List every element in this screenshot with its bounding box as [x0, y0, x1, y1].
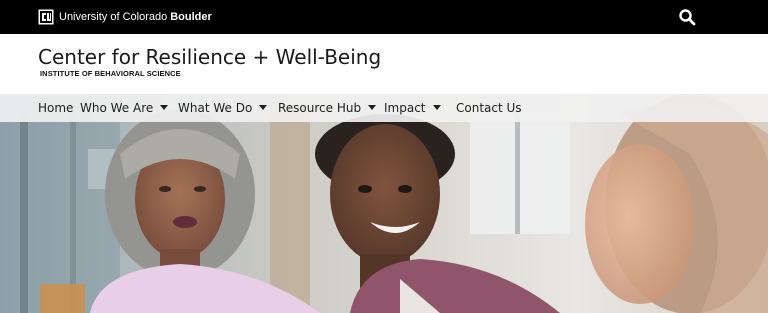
site-title[interactable]: Center for Resilience + Well-Being	[38, 44, 381, 70]
university-top-bar: University of Colorado Boulder	[0, 0, 768, 34]
nav-item-label: Who We Are	[80, 101, 154, 115]
nav-item-impact[interactable]: Impact	[384, 94, 441, 122]
nav-item-label: What We Do	[178, 101, 253, 115]
hero-photo-illustration	[0, 94, 768, 313]
chevron-down-icon	[259, 105, 268, 110]
hero-image	[0, 94, 768, 313]
university-wordmark[interactable]: University of Colorado Boulder	[59, 10, 212, 24]
search-icon[interactable]	[678, 8, 696, 26]
site-subtitle[interactable]: INSTITUTE OF BEHAVIORAL SCIENCE	[40, 69, 181, 78]
chevron-down-icon	[368, 105, 377, 110]
nav-item-what-we-do[interactable]: What We Do	[178, 94, 268, 122]
nav-item-label: Resource Hub	[278, 101, 362, 115]
university-name: University of Colorado	[59, 11, 168, 23]
nav-item-who-we-are[interactable]: Who We Are	[80, 94, 169, 122]
nav-item-home[interactable]: Home	[38, 94, 73, 122]
site-header: Center for Resilience + Well-Being INSTI…	[0, 34, 768, 94]
chevron-down-icon	[160, 105, 169, 110]
nav-item-contact-us[interactable]: Contact Us	[456, 94, 522, 122]
nav-item-label: Contact Us	[456, 101, 522, 115]
cu-boulder-logo-icon[interactable]	[38, 9, 54, 25]
nav-item-label: Impact	[384, 101, 426, 115]
nav-item-resource-hub[interactable]: Resource Hub	[278, 94, 377, 122]
chevron-down-icon	[432, 105, 441, 110]
campus-name: Boulder	[170, 11, 212, 23]
nav-item-label: Home	[38, 101, 74, 115]
main-navigation: Home Who We Are What We Do Resource Hub …	[0, 94, 768, 122]
